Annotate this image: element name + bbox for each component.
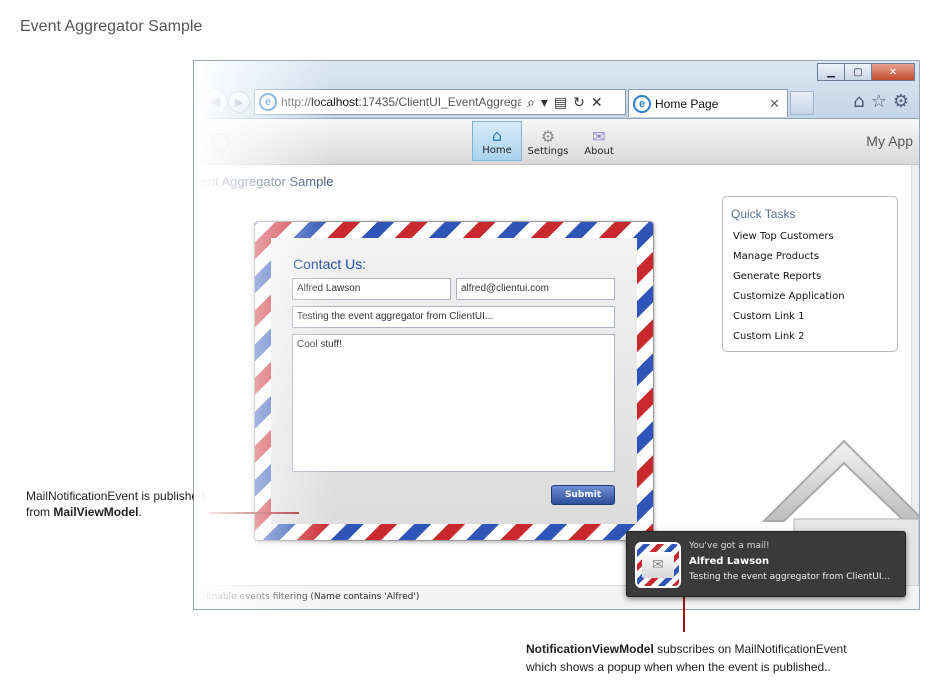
url-prefix: http://: [281, 95, 312, 109]
search-icon[interactable]: ⌕: [527, 94, 535, 111]
message-field[interactable]: Cool stuff!: [292, 334, 615, 472]
callout-text: MailNotificationEvent is published: [26, 489, 205, 503]
browser-window: ▁ ▢ ✕ ◀ ▶ e http://localhost:17435/Clien…: [193, 60, 920, 610]
new-tab-button[interactable]: [790, 91, 814, 115]
quick-task-link[interactable]: Customize Application: [731, 287, 897, 307]
home-icon: ⌂: [491, 126, 503, 145]
minimize-button[interactable]: ▁: [817, 63, 845, 81]
app-title: vent Aggregator Sample: [194, 174, 334, 189]
quick-task-link[interactable]: Custom Link 2: [731, 327, 897, 347]
header-circles-icon: ◯◯: [196, 131, 230, 152]
nav-item-settings[interactable]: ⚙ Settings: [523, 121, 573, 161]
name-field[interactable]: Alfred Lawson: [292, 278, 451, 300]
dropdown-icon[interactable]: ▾: [541, 94, 548, 111]
mail-envelope-icon: ✉: [635, 542, 681, 588]
callout-bold: MailViewModel: [53, 505, 139, 519]
envelope-icon: ✉: [642, 552, 674, 578]
about-icon: ✉: [592, 127, 606, 146]
compat-view-icon[interactable]: ▤: [554, 94, 567, 111]
callout-text: which shows a popup when when the event …: [526, 660, 831, 674]
browser-tools: ⌂ ☆ ⚙: [853, 91, 909, 112]
forward-arrow-icon: ▶: [234, 95, 244, 109]
callout-text: from: [26, 505, 54, 519]
maximize-button[interactable]: ▢: [844, 63, 872, 81]
callout-text: .: [138, 505, 142, 519]
nav-menu: ⌂ Home ⚙ Settings ✉ About: [472, 121, 625, 161]
quick-tasks-title: Quick Tasks: [731, 207, 796, 221]
nav-label: Home: [482, 145, 512, 156]
app-name: My App: [866, 133, 913, 149]
tab-ie-icon: e: [633, 94, 651, 113]
address-bar[interactable]: e http://localhost:17435/ClientUI_EventA…: [254, 89, 626, 115]
nav-label: About: [584, 146, 614, 157]
ie-icon: e: [259, 93, 277, 111]
quick-tasks-panel: Quick Tasks View Top Customers Manage Pr…: [722, 196, 898, 352]
contact-title: Contact Us:: [293, 256, 367, 272]
app-header: ◯◯ ⌂ Home ⚙ Settings ✉ About My App: [194, 119, 919, 165]
address-tools: ⌕ ▾ ▤ ↻ ✕: [527, 94, 603, 111]
notification-sender: Alfred Lawson: [689, 556, 770, 567]
mail-notification-popup[interactable]: ✉ You've got a mail! Alfred Lawson Testi…: [626, 531, 906, 597]
tab-close-icon[interactable]: ✕: [769, 96, 787, 112]
subject-field[interactable]: Testing the event aggregator from Client…: [292, 306, 615, 328]
quick-task-link[interactable]: View Top Customers: [731, 227, 897, 247]
nav-item-home[interactable]: ⌂ Home: [472, 121, 522, 161]
browser-tab[interactable]: e Home Page ✕: [628, 89, 788, 117]
browser-titlebar: ▁ ▢ ✕ ◀ ▶ e http://localhost:17435/Clien…: [194, 61, 919, 119]
url-text: http://localhost:17435/ClientUI_EventAgg…: [281, 95, 521, 109]
callout-subscribes: NotificationViewModel subscribes on Mail…: [526, 640, 847, 676]
tab-title: Home Page: [655, 96, 719, 111]
email-field[interactable]: alfred@clientui.com: [456, 278, 615, 300]
callout-published: MailNotificationEvent is published from …: [26, 488, 205, 520]
stop-icon[interactable]: ✕: [591, 94, 603, 111]
callout-line: [209, 512, 299, 514]
close-button[interactable]: ✕: [871, 63, 915, 81]
quick-task-link[interactable]: Manage Products: [731, 247, 897, 267]
gear-icon[interactable]: ⚙: [893, 91, 909, 112]
back-arrow-icon: ◀: [210, 94, 220, 110]
contact-envelope: Contact Us: Alfred Lawson alfred@clientu…: [254, 221, 654, 541]
page-heading: Event Aggregator Sample: [20, 18, 203, 35]
forward-button[interactable]: ▶: [228, 91, 250, 113]
gear-icon: ⚙: [540, 127, 556, 146]
callout-bold: NotificationViewModel: [526, 642, 654, 656]
window-controls: ▁ ▢ ✕: [817, 63, 915, 81]
submit-button[interactable]: Submit: [551, 485, 615, 505]
notification-message: Testing the event aggregator from Client…: [689, 572, 891, 582]
home-icon[interactable]: ⌂: [853, 91, 864, 112]
url-rest: :17435/ClientUI_EventAggrega: [358, 95, 521, 109]
nav-label: Settings: [527, 146, 569, 157]
notification-kicker: You've got a mail!: [689, 541, 770, 551]
filter-status-text[interactable]: Enable events filtering (Name contains '…: [206, 592, 419, 602]
favorites-star-icon[interactable]: ☆: [871, 91, 887, 112]
refresh-icon[interactable]: ↻: [573, 94, 585, 111]
contact-form: Contact Us: Alfred Lawson alfred@clientu…: [271, 238, 637, 524]
quick-task-link[interactable]: Custom Link 1: [731, 307, 897, 327]
nav-item-about[interactable]: ✉ About: [574, 121, 624, 161]
url-host: localhost: [311, 95, 359, 109]
quick-task-link[interactable]: Generate Reports: [731, 267, 897, 287]
back-button[interactable]: ◀: [202, 89, 228, 115]
callout-text: subscribes on MailNotificationEvent: [653, 642, 847, 656]
